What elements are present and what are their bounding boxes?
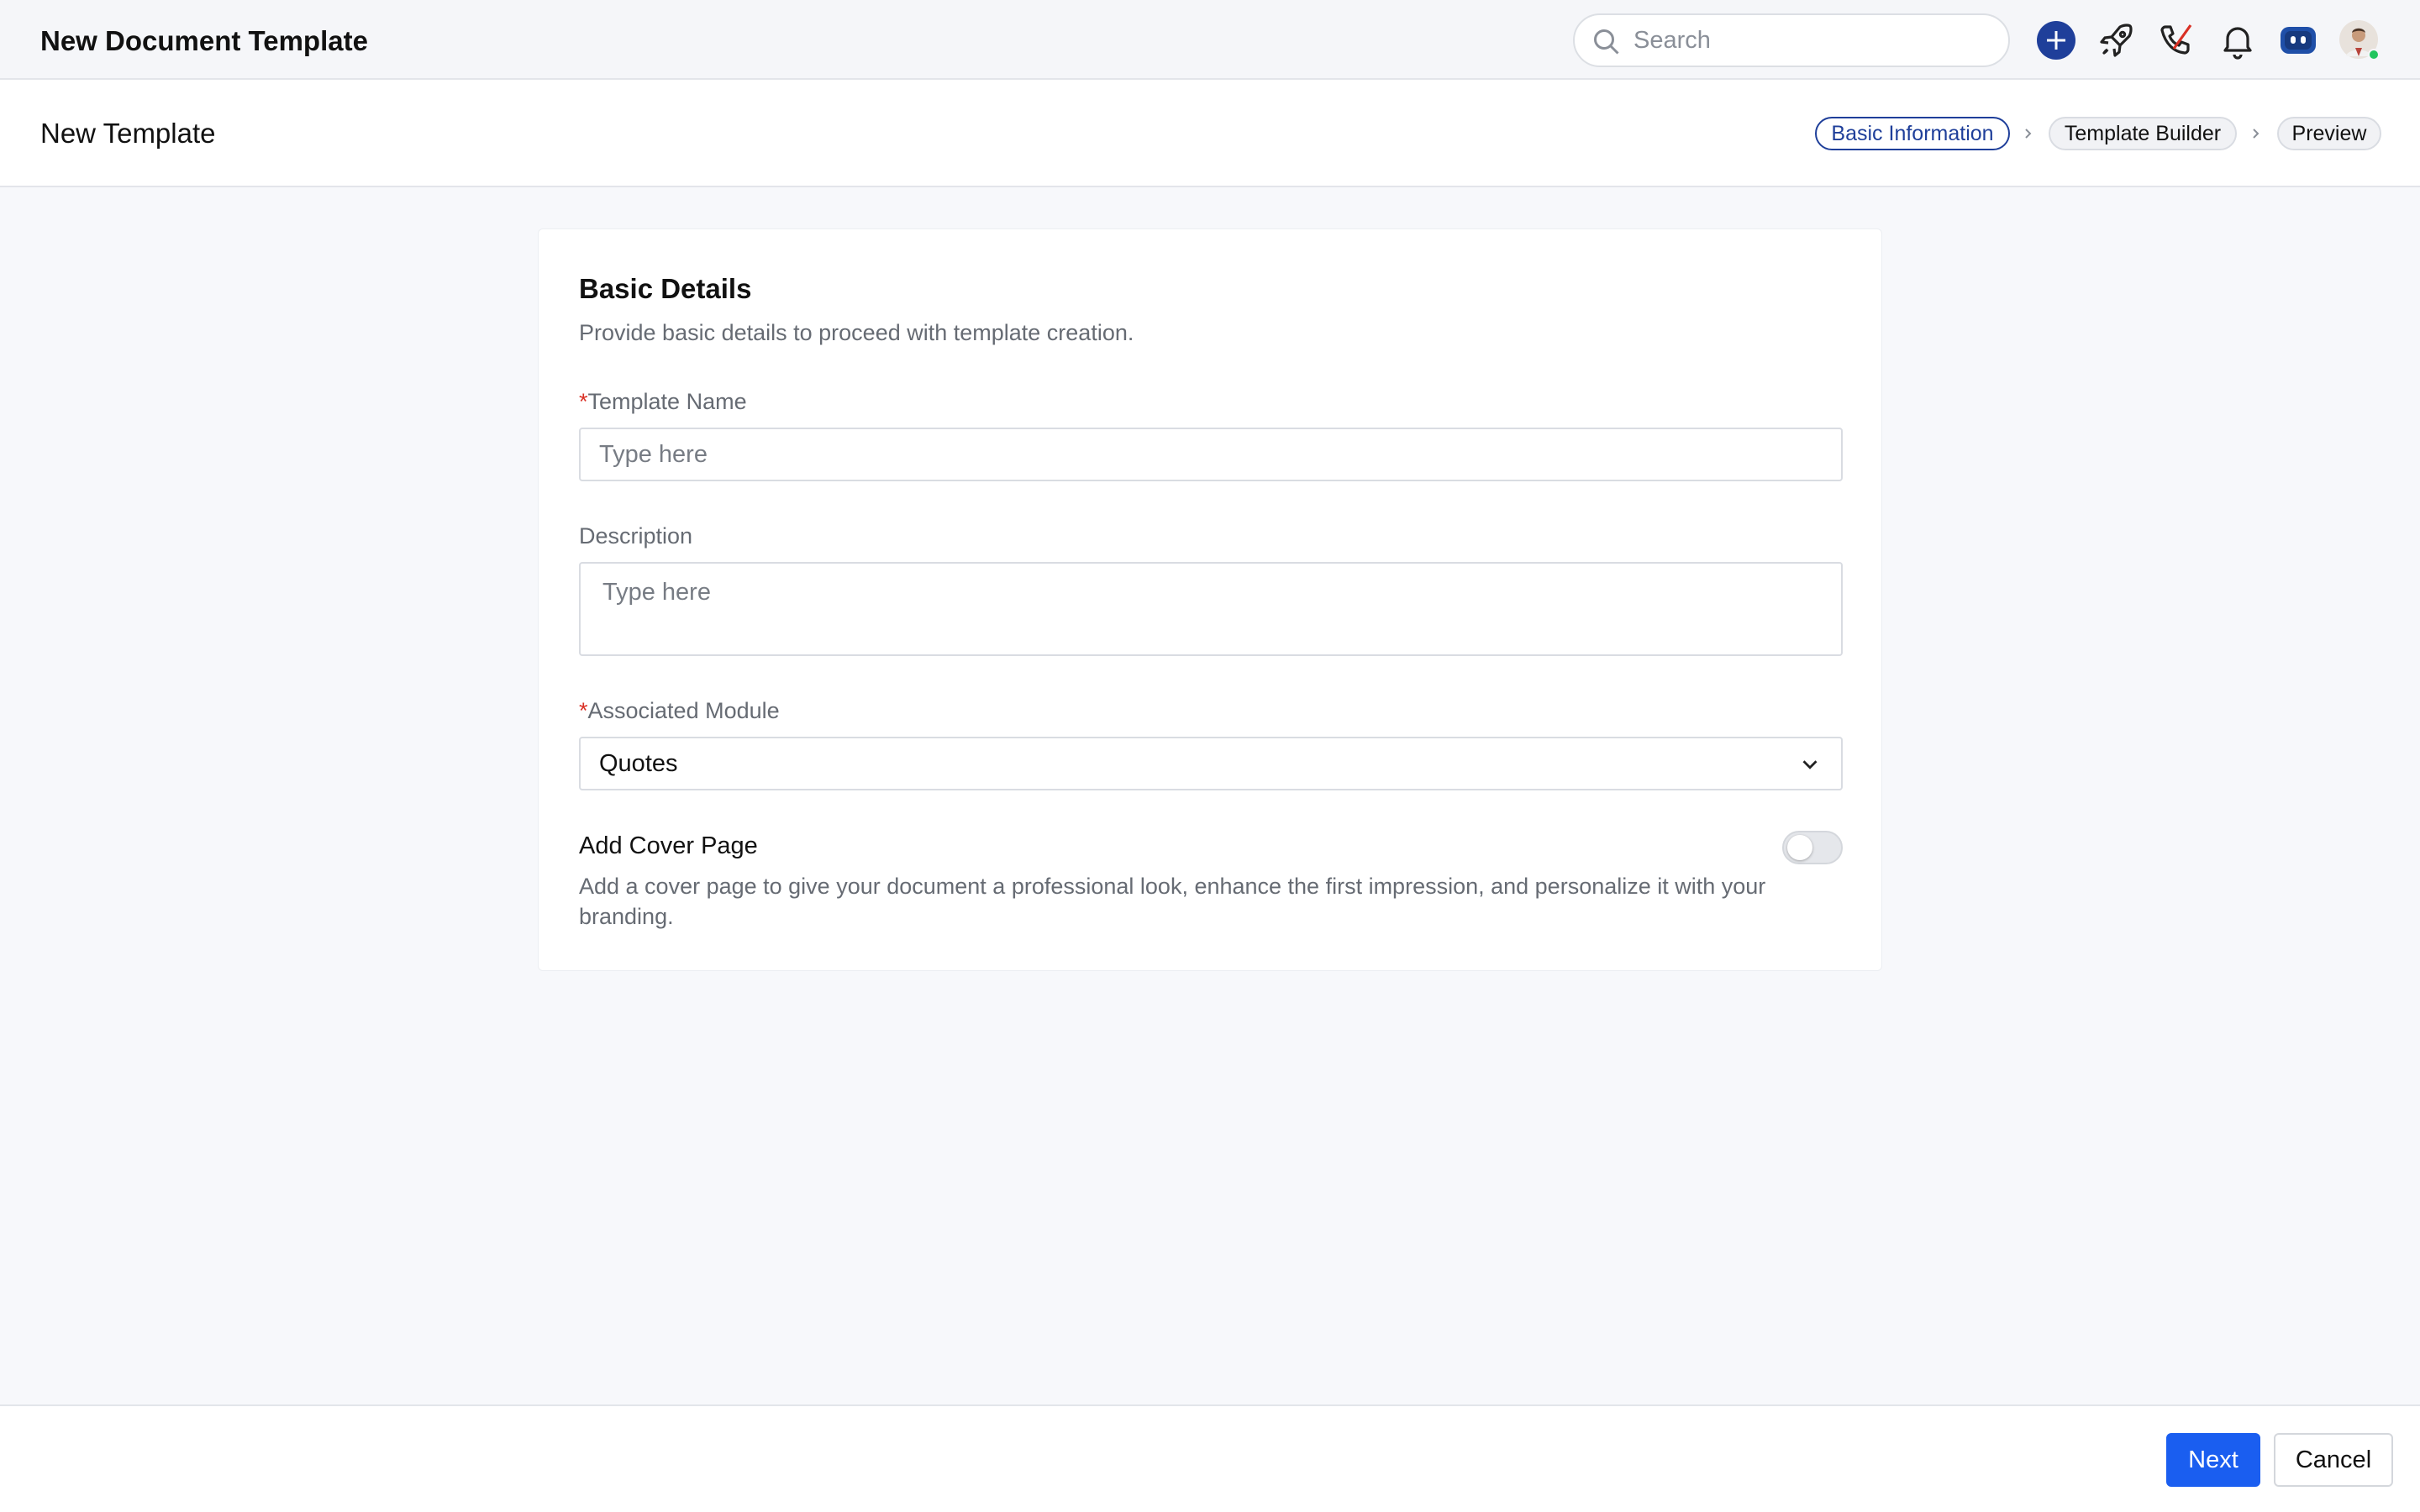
rocket-icon[interactable]	[2096, 20, 2137, 60]
template-name-input[interactable]	[579, 428, 1843, 481]
associated-module-value: Quotes	[599, 750, 678, 777]
cover-page-description: Add a cover page to give your document a…	[579, 874, 1766, 929]
chevron-right-icon	[2025, 129, 2032, 139]
step-preview[interactable]: Preview	[2277, 117, 2381, 150]
search-icon	[1594, 29, 1619, 55]
next-button[interactable]: Next	[2166, 1433, 2260, 1487]
step-template-builder[interactable]: Template Builder	[2049, 117, 2237, 150]
cancel-button[interactable]: Cancel	[2274, 1433, 2393, 1487]
section-subtitle: Provide basic details to proceed with te…	[579, 320, 1134, 345]
template-name-label: *Template Name	[579, 389, 747, 414]
associated-module-select[interactable]: Quotes	[579, 737, 1843, 790]
step-basic-information[interactable]: Basic Information	[1815, 117, 2010, 150]
required-mark: *	[579, 698, 588, 723]
description-label: Description	[579, 523, 693, 549]
bot-icon[interactable]	[2278, 20, 2318, 60]
sub-header: New Template Basic Information Template …	[0, 80, 2420, 187]
cover-page-toggle[interactable]	[1782, 831, 1843, 864]
avatar[interactable]	[2338, 19, 2381, 61]
basic-details-card: Basic Details Provide basic details to p…	[538, 228, 1882, 971]
search-box[interactable]	[1573, 13, 2010, 67]
phone-icon[interactable]	[2157, 20, 2197, 60]
description-textarea[interactable]	[579, 562, 1843, 656]
top-bar: New Document Template	[0, 0, 2420, 80]
required-mark: *	[579, 389, 588, 414]
associated-module-label: *Associated Module	[579, 698, 780, 723]
page-title: New Template	[40, 118, 216, 149]
section-title: Basic Details	[579, 273, 752, 304]
chevron-right-icon	[2253, 129, 2260, 139]
footer-bar: Next Cancel	[0, 1404, 2420, 1512]
cover-page-title: Add Cover Page	[579, 832, 758, 859]
app-title: New Document Template	[40, 25, 368, 56]
bell-icon[interactable]	[2217, 20, 2258, 60]
search-input[interactable]	[1634, 17, 1995, 64]
plus-icon[interactable]	[2036, 20, 2076, 60]
toggle-knob	[1787, 835, 1812, 860]
chevron-down-icon	[1802, 760, 1818, 769]
